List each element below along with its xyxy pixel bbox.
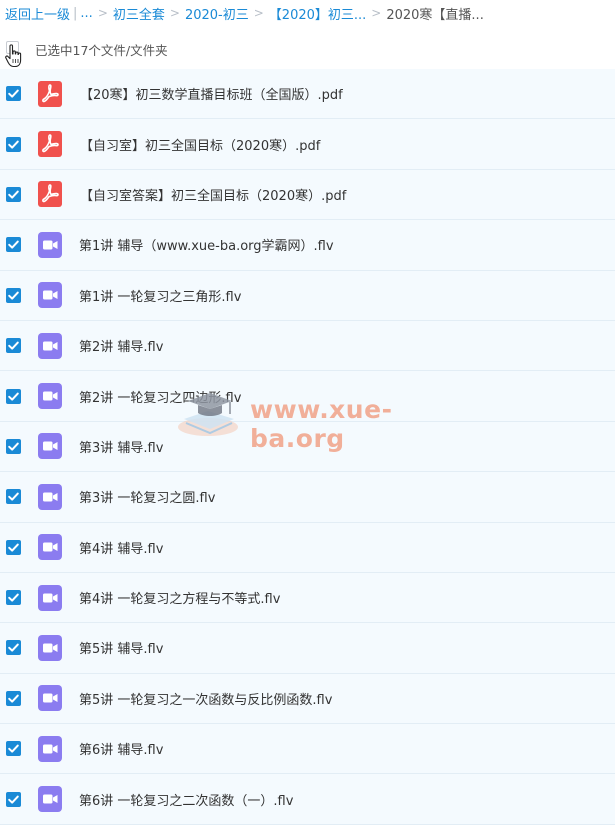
video-file-icon — [38, 483, 62, 510]
check-icon — [8, 240, 19, 249]
check-icon — [8, 795, 19, 804]
check-icon — [8, 89, 19, 98]
check-icon — [8, 140, 19, 149]
file-checkbox[interactable] — [6, 791, 21, 807]
hand-cursor-icon — [5, 44, 22, 68]
file-list: 【20寒】初三数学直播目标班（全国版）.pdf 【自习室】初三全国目标（2020寒… — [0, 69, 615, 825]
file-row[interactable]: 第4讲 一轮复习之方程与不等式.flv — [0, 572, 615, 624]
breadcrumb-item-1[interactable]: 2020-初三 — [185, 4, 249, 23]
check-icon — [8, 442, 19, 451]
breadcrumb-item-2[interactable]: 【2020】初三... — [269, 4, 366, 23]
file-row[interactable]: 第2讲 一轮复习之四边形.flv — [0, 371, 615, 422]
file-row[interactable]: 第2讲 辅导.flv — [0, 320, 615, 372]
file-row[interactable]: 第6讲 辅导.flv — [0, 724, 615, 775]
file-row[interactable]: 第1讲 一轮复习之三角形.flv — [0, 270, 615, 321]
chevron-right-icon: > — [97, 6, 108, 20]
pdf-file-icon — [38, 80, 62, 107]
video-file-icon — [38, 685, 62, 712]
breadcrumb: 返回上一级 | ... > 初三全套 > 2020-初三 > 【2020】初三.… — [0, 0, 615, 26]
check-icon — [8, 744, 19, 753]
file-name[interactable]: 第1讲 一轮复习之三角形.flv — [79, 286, 241, 305]
file-row[interactable]: 【自习室】初三全国目标（2020寒）.pdf — [0, 119, 615, 170]
file-checkbox[interactable] — [6, 741, 21, 757]
file-name[interactable]: 第2讲 一轮复习之四边形.flv — [79, 387, 241, 406]
file-checkbox[interactable] — [6, 539, 21, 555]
file-name[interactable]: 第5讲 辅导.flv — [79, 638, 163, 657]
video-file-icon — [38, 231, 62, 258]
video-file-icon — [38, 735, 62, 762]
file-checkbox[interactable] — [6, 237, 21, 253]
selection-count-text: 已选中17个文件/文件夹 — [35, 43, 168, 58]
check-icon — [8, 644, 19, 653]
check-icon — [8, 492, 19, 501]
file-name[interactable]: 【20寒】初三数学直播目标班（全国版）.pdf — [80, 84, 343, 103]
file-checkbox[interactable] — [6, 287, 21, 303]
check-icon — [8, 190, 19, 199]
breadcrumb-divider: | — [73, 5, 78, 21]
chevron-right-icon: > — [371, 6, 382, 20]
breadcrumb-ellipsis[interactable]: ... — [80, 6, 92, 21]
file-row[interactable]: 第5讲 辅导.flv — [0, 623, 615, 674]
file-name[interactable]: 【自习室】初三全国目标（2020寒）.pdf — [80, 135, 320, 154]
file-name[interactable]: 第4讲 辅导.flv — [79, 538, 163, 557]
breadcrumb-current: 2020寒【直播... — [386, 7, 484, 23]
file-checkbox[interactable] — [6, 86, 21, 102]
video-file-icon — [38, 786, 62, 813]
breadcrumb-item-0[interactable]: 初三全套 — [113, 4, 165, 23]
video-file-icon — [38, 534, 62, 561]
file-name[interactable]: 第4讲 一轮复习之方程与不等式.flv — [79, 588, 280, 607]
check-icon — [8, 291, 19, 300]
file-checkbox[interactable] — [6, 690, 21, 706]
video-file-icon — [38, 332, 62, 359]
file-checkbox[interactable] — [6, 136, 21, 152]
pdf-file-icon — [38, 181, 62, 208]
file-checkbox[interactable] — [6, 388, 21, 404]
file-checkbox[interactable] — [6, 186, 21, 202]
chevron-right-icon: > — [253, 6, 264, 20]
file-row[interactable]: 第6讲 一轮复习之二次函数（一）.flv — [0, 774, 615, 825]
file-checkbox[interactable] — [6, 338, 21, 354]
check-icon — [8, 392, 19, 401]
file-name[interactable]: 第3讲 一轮复习之圆.flv — [79, 487, 215, 506]
file-row[interactable]: 第3讲 辅导.flv — [0, 421, 615, 473]
file-row[interactable]: 【20寒】初三数学直播目标班（全国版）.pdf — [0, 69, 615, 120]
file-row[interactable]: 第4讲 辅导.flv — [0, 522, 615, 573]
file-row[interactable]: 第1讲 辅导（www.xue-ba.org学霸网）.flv — [0, 220, 615, 271]
back-link[interactable]: 返回上一级 — [5, 4, 70, 23]
video-file-icon — [38, 584, 62, 611]
file-row[interactable]: 第5讲 一轮复习之一次函数与反比例函数.flv — [0, 673, 615, 725]
file-checkbox[interactable] — [6, 489, 21, 505]
check-icon — [8, 341, 19, 350]
video-file-icon — [38, 383, 62, 410]
file-name[interactable]: 第1讲 辅导（www.xue-ba.org学霸网）.flv — [79, 235, 334, 254]
check-icon — [8, 694, 19, 703]
pdf-file-icon — [38, 131, 62, 158]
file-row[interactable]: 【自习室答案】初三全国目标（2020寒）.pdf — [0, 169, 615, 221]
file-name[interactable]: 第3讲 辅导.flv — [79, 437, 163, 456]
check-icon — [8, 543, 19, 552]
file-checkbox[interactable] — [6, 590, 21, 606]
file-name[interactable]: 【自习室答案】初三全国目标（2020寒）.pdf — [80, 185, 346, 204]
video-file-icon — [38, 433, 62, 460]
file-checkbox[interactable] — [6, 438, 21, 454]
video-file-icon — [38, 282, 62, 309]
file-name[interactable]: 第6讲 一轮复习之二次函数（一）.flv — [79, 790, 293, 809]
file-checkbox[interactable] — [6, 640, 21, 656]
file-name[interactable]: 第2讲 辅导.flv — [79, 336, 163, 355]
file-name[interactable]: 第5讲 一轮复习之一次函数与反比例函数.flv — [79, 689, 332, 708]
chevron-right-icon: > — [169, 6, 180, 20]
file-name[interactable]: 第6讲 辅导.flv — [79, 739, 163, 758]
check-icon — [8, 593, 19, 602]
selection-header: 已选中17个文件/文件夹 — [0, 34, 615, 68]
file-row[interactable]: 第3讲 一轮复习之圆.flv — [0, 472, 615, 523]
video-file-icon — [38, 634, 62, 661]
